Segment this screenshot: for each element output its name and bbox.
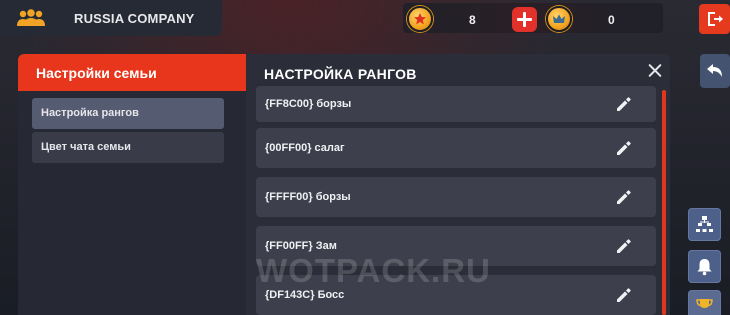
scrollbar[interactable] — [662, 90, 666, 315]
panel-title: НАСТРОЙКА РАНГОВ — [264, 66, 417, 82]
star-coin-amount: 8 — [469, 13, 476, 27]
add-currency-button[interactable] — [512, 7, 537, 32]
crown-coin-amount: 0 — [608, 13, 615, 27]
edit-pencil-icon[interactable] — [615, 95, 633, 113]
scrollbar-thumb[interactable] — [662, 90, 666, 315]
hierarchy-button[interactable] — [688, 208, 721, 241]
rank-row[interactable]: {FF8C00} борзы — [256, 86, 656, 122]
exit-button[interactable] — [699, 4, 730, 34]
edit-pencil-icon[interactable] — [615, 237, 633, 255]
rank-row[interactable]: {00FF00} салаг — [256, 128, 656, 168]
back-arrow-icon — [707, 64, 722, 77]
rank-name: {DF143C} Босс — [265, 289, 345, 301]
rank-name: {FF00FF} Зам — [265, 240, 337, 252]
sidebar-item-family-chat-color[interactable]: Цвет чата семьи — [32, 132, 224, 163]
rank-name: {00FF00} салаг — [265, 142, 345, 154]
top-bar: RUSSIA COMPANY 8 0 — [0, 0, 730, 38]
rank-name: {FF8C00} борзы — [265, 98, 352, 110]
trophy-icon — [696, 299, 713, 308]
close-icon[interactable] — [648, 63, 662, 77]
back-button[interactable] — [700, 54, 730, 88]
exit-door-icon — [708, 12, 723, 26]
family-group-icon — [17, 9, 45, 26]
rank-name: {FFFF00} борзы — [265, 191, 351, 203]
watermark: WOTPACK.RU — [256, 252, 491, 289]
sidebar-item-rank-settings[interactable]: Настройка рангов — [32, 98, 224, 129]
edit-pencil-icon[interactable] — [615, 139, 633, 157]
achievements-button[interactable] — [688, 290, 721, 315]
edit-pencil-icon[interactable] — [615, 188, 633, 206]
star-coin-icon — [407, 6, 433, 32]
rank-row[interactable]: {FFFF00} борзы — [256, 177, 656, 217]
notifications-button[interactable] — [688, 250, 721, 283]
crown-coin-icon — [546, 6, 572, 32]
edit-pencil-icon[interactable] — [615, 286, 633, 304]
hierarchy-icon — [696, 216, 713, 232]
bell-icon — [697, 259, 712, 276]
company-header: RUSSIA COMPANY — [0, 0, 222, 36]
family-settings-sidebar: Настройки семьи Настройка рангов Цвет ча… — [18, 54, 246, 315]
company-name: RUSSIA COMPANY — [74, 11, 195, 26]
sidebar-title: Настройки семьи — [18, 54, 246, 91]
